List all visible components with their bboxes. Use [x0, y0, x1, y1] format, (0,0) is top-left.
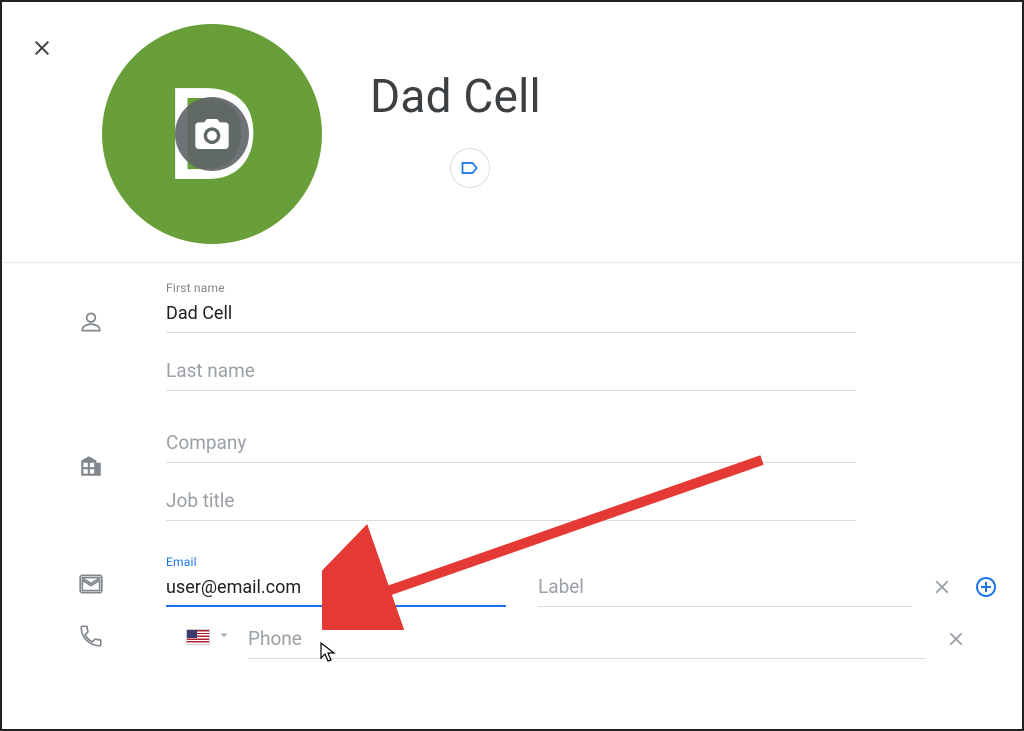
job-title-input[interactable] — [166, 483, 856, 521]
plus-circle-icon — [974, 573, 998, 601]
company-row — [78, 425, 998, 541]
header: D Dad Cell — [2, 2, 1022, 263]
contact-name: Dad Cell — [370, 70, 541, 124]
close-icon — [30, 36, 54, 60]
mail-icon-wrap — [78, 571, 166, 607]
phone-icon-wrap — [78, 623, 166, 659]
clear-email-button[interactable] — [930, 575, 954, 599]
add-email-button[interactable] — [974, 575, 998, 599]
mail-icon — [78, 571, 104, 597]
email-row: Email — [78, 555, 998, 607]
country-code-select[interactable] — [186, 627, 232, 653]
flag-us-icon — [186, 629, 210, 645]
person-icon — [78, 309, 104, 335]
phone-row — [78, 621, 998, 659]
last-name-input[interactable] — [166, 353, 856, 391]
company-icon-wrap — [78, 425, 166, 489]
clear-phone-button[interactable] — [944, 627, 968, 651]
phone-input[interactable] — [248, 621, 926, 659]
change-photo-button[interactable] — [175, 97, 249, 171]
close-icon — [931, 576, 953, 598]
person-icon-wrap — [78, 281, 166, 345]
label-button[interactable] — [450, 148, 490, 188]
email-label: Email — [166, 555, 506, 569]
first-name-label: First name — [166, 281, 856, 295]
label-icon — [460, 158, 480, 178]
chevron-down-icon — [216, 627, 232, 647]
close-button[interactable] — [30, 36, 54, 60]
camera-add-icon — [192, 114, 232, 154]
email-input[interactable] — [166, 571, 506, 607]
close-icon — [945, 628, 967, 650]
contact-form: First name — [2, 263, 1022, 659]
avatar[interactable]: D — [102, 24, 322, 244]
header-right: Dad Cell — [322, 24, 541, 188]
company-input[interactable] — [166, 425, 856, 463]
building-icon — [78, 453, 104, 479]
contact-edit-dialog: D Dad Cell First name — [2, 2, 1022, 659]
first-name-input[interactable] — [166, 297, 856, 333]
email-label-input[interactable] — [538, 569, 912, 607]
name-row: First name — [78, 281, 998, 411]
phone-icon — [78, 623, 104, 649]
